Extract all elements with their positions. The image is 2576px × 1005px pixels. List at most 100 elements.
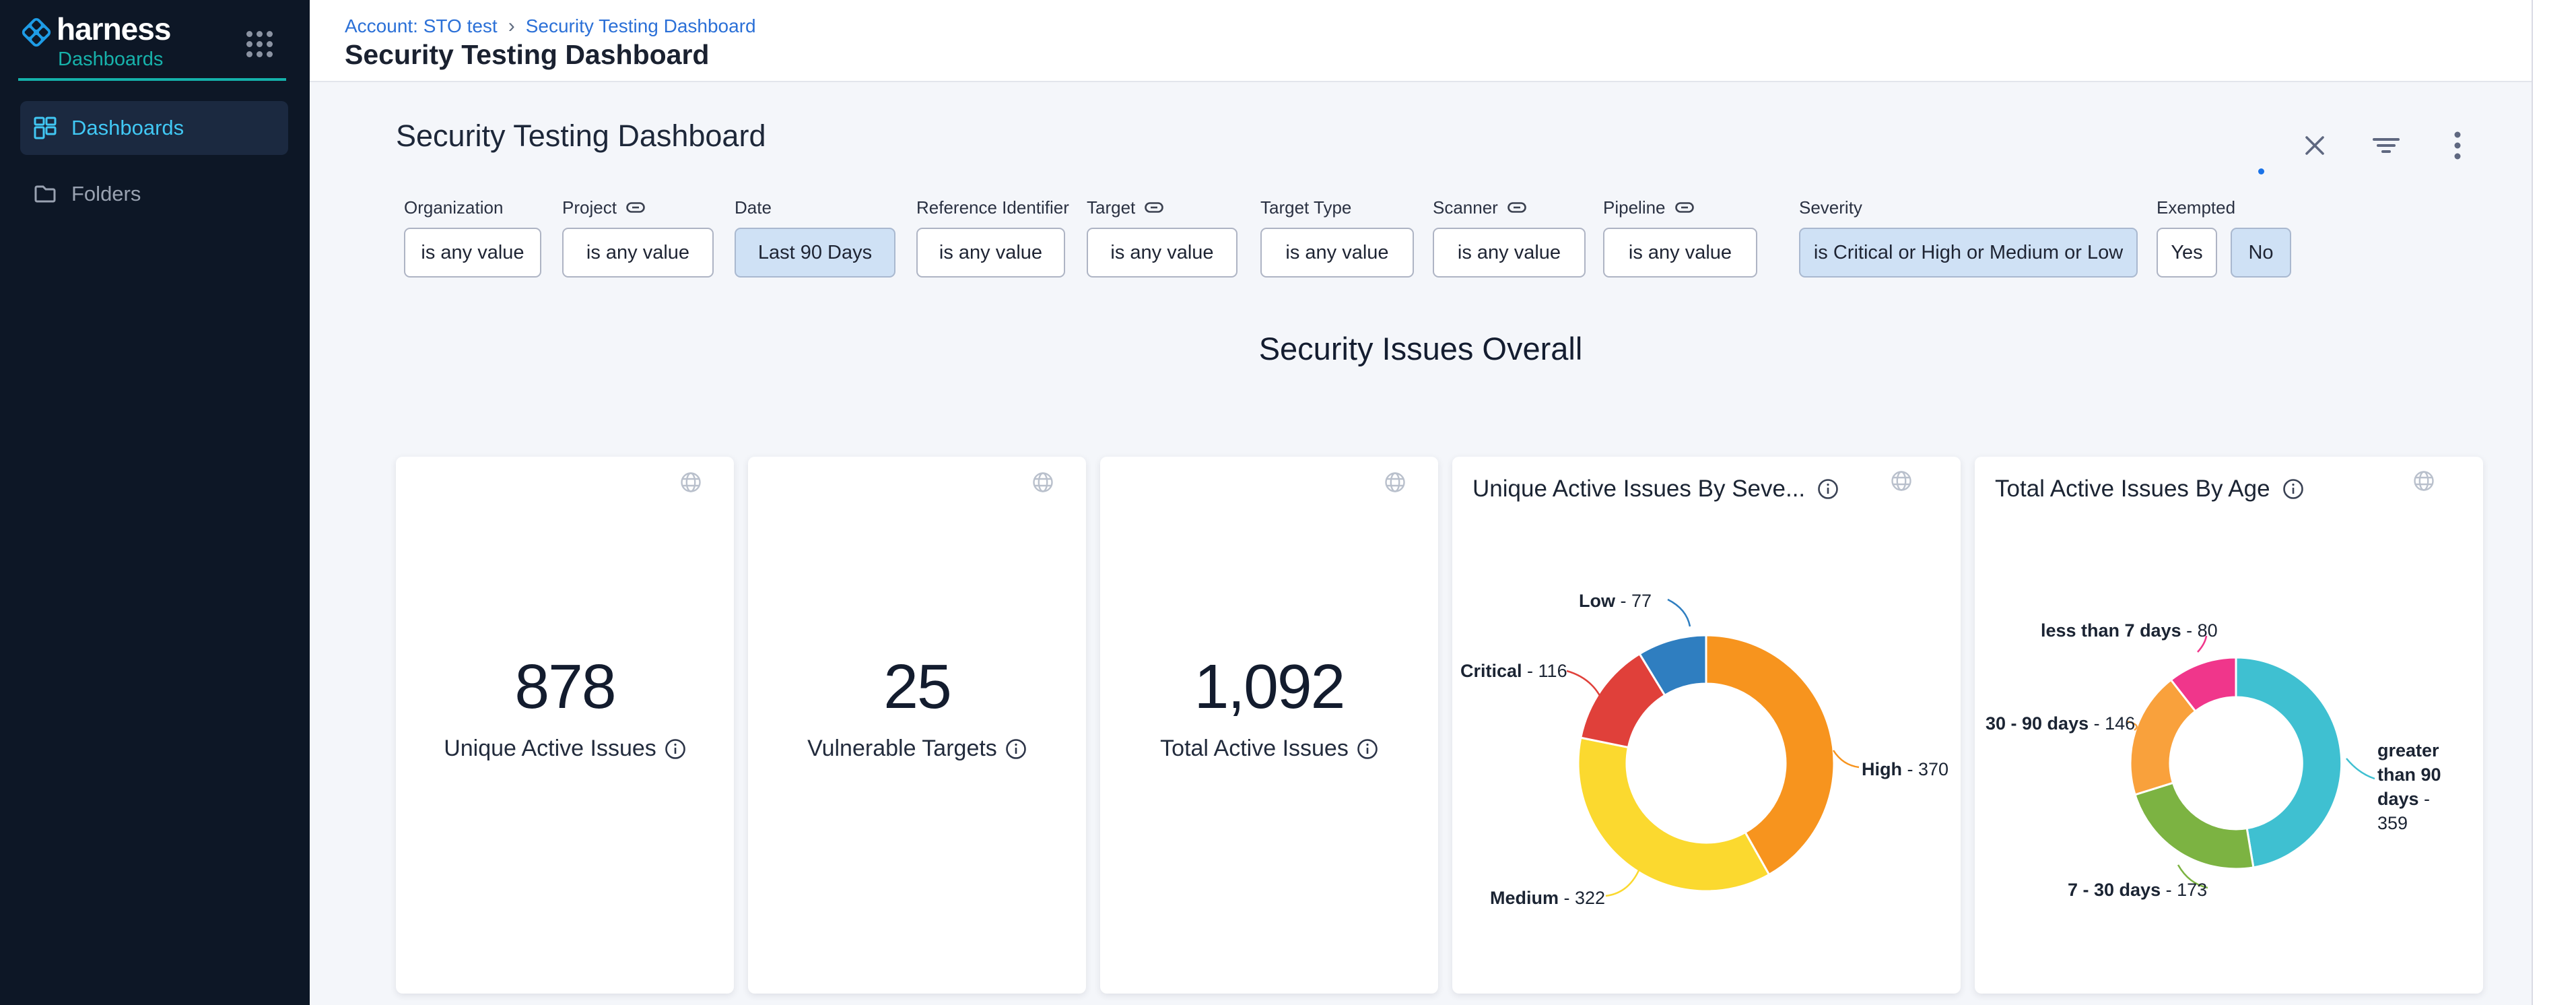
sidebar-item-label: Dashboards [71,116,184,140]
filter-group-organization: Organization is any value [404,197,562,278]
section-title: Security Issues Overall [310,330,2532,367]
globe-icon[interactable] [1032,472,1054,496]
sidebar-item-dashboards[interactable]: Dashboards [20,101,288,155]
filter-label: Project [562,197,735,218]
tile-unique-active-issues: 878 Unique Active Issues [396,457,734,994]
link-icon[interactable] [1675,201,1694,214]
dashboard-content: Security Testing Dashboard Organization i… [310,84,2532,1005]
filter-label-text: Organization [404,197,503,218]
more-menu-button[interactable] [2443,131,2472,160]
filter-label: Severity [1799,197,2157,218]
filter-label: Scanner [1433,197,1603,218]
slice-label-less-than-7-days: less than 7 days - 80 [2041,618,2218,643]
donut-slice-medium[interactable] [1578,738,1769,891]
stat-value: 1,092 [1100,651,1438,723]
top-header: Account: STO test › Security Testing Das… [310,0,2576,82]
filter-label-text: Pipeline [1603,197,1666,218]
filter-group-project: Project is any value [562,197,735,278]
link-icon[interactable] [626,201,645,214]
sidebar-item-folders[interactable]: Folders [20,167,288,221]
filter-label: Date [735,197,916,218]
filter-chip-target[interactable]: is any value [1087,228,1238,278]
filter-group-date: Date Last 90 Days [735,197,916,278]
filter-chip-reference-identifier[interactable]: is any value [916,228,1065,278]
app-root: harness Dashboards Dashboards [0,0,2576,1005]
donut-slice-greater-than-90-days[interactable] [2236,657,2342,868]
donut-plot [1452,457,1961,994]
filter-label: Target Type [1260,197,1433,218]
filter-label: Reference Identifier [916,197,1087,218]
slice-connector [2346,758,2375,779]
slice-label-low: Low - 77 [1579,589,1652,613]
globe-icon[interactable] [680,472,702,496]
dashboard-actions [2300,131,2472,160]
app-switcher-icon[interactable] [246,31,273,58]
filter-group-reference-identifier: Reference Identifier is any value [916,197,1087,278]
info-icon[interactable] [665,738,686,760]
sidebar-item-label: Folders [71,182,141,206]
link-icon[interactable] [1145,201,1163,214]
donut-slice-7-30-days[interactable] [2135,783,2253,869]
filter-label: Organization [404,197,562,218]
slice-connector [1668,599,1690,626]
harness-logo-icon[interactable] [19,15,54,50]
filter-icon [2373,134,2400,157]
slice-label-7-30-days: 7 - 30 days - 173 [2068,878,2207,902]
dashboard-title: Security Testing Dashboard [396,119,766,154]
filter-chip-pipeline[interactable]: is any value [1603,228,1757,278]
kebab-menu-icon [2453,131,2462,160]
filter-label-text: Target Type [1260,197,1351,218]
stat-label: Total Active Issues [1100,736,1438,762]
slice-label-greater-than-90-days: greater than 90 days - 359 [2377,738,2460,835]
filter-label-text: Date [735,197,772,218]
chevron-right-icon: › [508,15,515,38]
donut-slice-high[interactable] [1706,635,1834,874]
toggle-option-yes[interactable]: Yes [2157,228,2217,278]
filter-chip-target-type[interactable]: is any value [1260,228,1414,278]
link-icon[interactable] [1507,201,1526,214]
filter-label-text: Reference Identifier [916,197,1069,218]
chart-total-active-issues-by-age: Total Active Issues By Age greater than … [1975,457,2483,994]
filter-label-text: Target [1087,197,1135,218]
filters-row: Organization is any value Project is any va… [404,197,2518,278]
toggle-option-no[interactable]: No [2231,228,2291,278]
chart-unique-active-issues-by-severity: Unique Active Issues By Seve... High - 3… [1452,457,1961,994]
slice-connector [1833,750,1859,767]
filter-chip-organization[interactable]: is any value [404,228,541,278]
brand-row: harness Dashboards [0,0,310,79]
filter-group-severity: Severity is Critical or High or Medium or… [1799,197,2157,278]
filter-label-text: Exempted [2157,197,2235,218]
slice-label-critical: Critical - 116 [1460,659,1567,683]
filter-chip-date[interactable]: Last 90 Days [735,228,895,278]
info-icon[interactable] [1005,738,1027,760]
filter-chip-project[interactable]: is any value [562,228,714,278]
exempted-toggle: Yes No [2157,228,2305,278]
folder-icon [34,183,57,205]
page-title: Security Testing Dashboard [345,39,709,71]
info-icon[interactable] [1357,738,1378,760]
filter-label: Exempted [2157,197,2305,218]
cards-row: 878 Unique Active Issues 25 Vulnerable T… [396,457,2483,994]
filter-label: Target [1087,197,1260,218]
donut-chart: greater than 90 days - 359 7 - 30 days - … [1975,457,2483,994]
brand-name: harness [57,11,170,47]
close-icon [2303,133,2327,158]
breadcrumb-account-link[interactable]: Account: STO test [345,15,498,37]
filter-group-exempted: Exempted Yes No [2157,197,2305,278]
dashboards-icon [34,117,57,139]
filter-label-text: Severity [1799,197,1862,218]
breadcrumb: Account: STO test › Security Testing Das… [345,15,756,38]
scrollbar-gutter[interactable] [2532,0,2576,1005]
cursor-dot [2258,168,2264,174]
filter-chip-severity[interactable]: is Critical or High or Medium or Low [1799,228,2138,278]
breadcrumb-page-link[interactable]: Security Testing Dashboard [526,15,756,37]
close-button[interactable] [2300,131,2330,160]
tile-total-active-issues: 1,092 Total Active Issues [1100,457,1438,994]
filter-chip-scanner[interactable]: is any value [1433,228,1586,278]
filter-group-target: Target is any value [1087,197,1260,278]
globe-icon[interactable] [1384,472,1406,496]
filter-button[interactable] [2371,131,2401,160]
sidebar-nav: Dashboards Folders [0,101,310,233]
filter-group-scanner: Scanner is any value [1433,197,1603,278]
stat-value: 25 [748,651,1086,723]
